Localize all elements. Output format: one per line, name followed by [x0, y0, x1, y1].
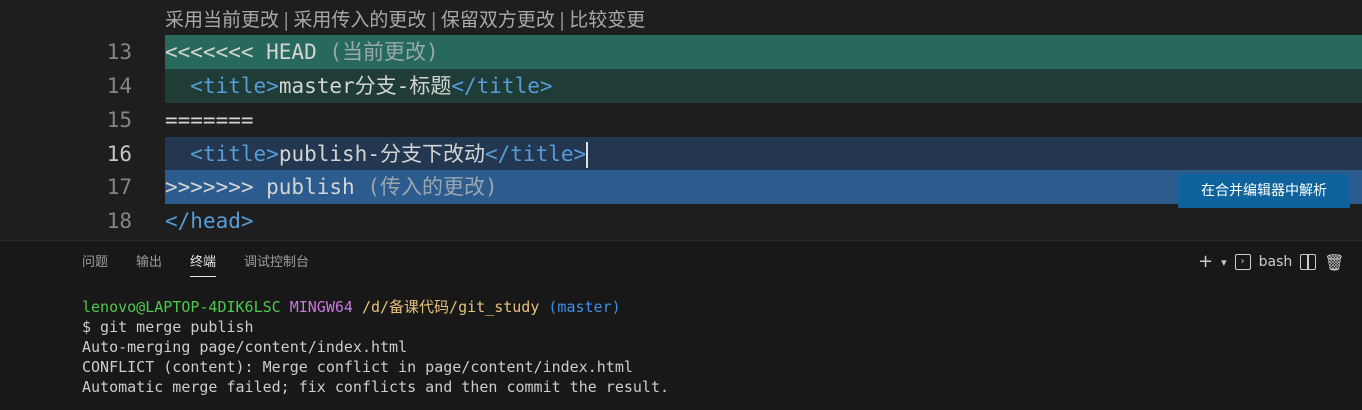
accept-current-link[interactable]: 采用当前更改 [165, 9, 279, 31]
trash-icon[interactable]: 🗑 [1324, 253, 1344, 272]
prompt-path: /d/备课代码/git_study [361, 298, 540, 316]
terminal-icon: › [1234, 254, 1251, 270]
tab-debug-console[interactable]: 调试控制台 [244, 251, 309, 277]
panel-actions: + ▾ › bash 🗑 [1198, 249, 1345, 275]
marker-text: >>>>>>> publish [165, 175, 355, 199]
merge-codelens: 采用当前更改 | 采用传入的更改 | 保留双方更改 | 比较变更 [165, 6, 645, 34]
close-tag: title [476, 74, 540, 98]
code-line[interactable]: 15 ======= [0, 103, 1362, 137]
prompt-branch: (master) [548, 298, 621, 316]
line-number: 16 [106, 142, 132, 166]
incoming-change-content[interactable]: <title>publish-分支下改动</title> [165, 137, 1362, 171]
accept-incoming-link[interactable]: 采用传入的更改 [293, 9, 426, 31]
code-content[interactable]: </head> [165, 204, 1362, 238]
separator: | [283, 9, 290, 31]
terminal-line: Automatic merge failed; fix conflicts an… [82, 378, 669, 396]
tab-output[interactable]: 输出 [136, 251, 162, 277]
text-cursor [586, 142, 589, 168]
panel-tabs: 问题 输出 终端 调试控制台 [82, 251, 309, 277]
terminal-output[interactable]: lenovo@LAPTOP-4DIK6LSC MINGW64 /d/备课代码/g… [82, 297, 669, 397]
title-text: publish-分支下改动 [278, 142, 485, 166]
resolve-in-merge-editor-button[interactable]: 在合并编辑器中解析 [1178, 174, 1350, 208]
conflict-start-marker[interactable]: <<<<<<< HEAD (当前更改) [165, 35, 1362, 69]
separator: | [430, 9, 437, 31]
current-change-content[interactable]: <title>master分支-标题</title> [165, 69, 1362, 103]
open-tag: title [202, 142, 267, 166]
code-line[interactable]: 18 </head> [0, 204, 1362, 238]
line-number: 17 [106, 175, 132, 199]
close-tag: title [510, 142, 574, 166]
line-number: 15 [106, 108, 132, 132]
separator: | [558, 9, 566, 31]
accept-both-link[interactable]: 保留双方更改 [441, 9, 555, 31]
incoming-change-hint: (传入的更改) [367, 175, 498, 199]
tab-problems[interactable]: 问题 [82, 251, 108, 277]
open-tag: title [202, 74, 267, 98]
code-line[interactable]: 14 <title>master分支-标题</title> [0, 69, 1362, 103]
current-change-hint: (当前更改) [329, 40, 439, 64]
code-line[interactable]: 16 <title>publish-分支下改动</title> [0, 137, 1362, 171]
terminal-command: $ git merge publish [82, 318, 254, 336]
close-tag: head [190, 209, 241, 233]
title-text: master分支-标题 [278, 74, 452, 98]
terminal-line: Auto-merging page/content/index.html [82, 338, 408, 356]
terminal-line: CONFLICT (content): Merge conflict in pa… [82, 358, 633, 376]
split-terminal-icon[interactable] [1300, 254, 1317, 270]
code-line[interactable]: 17 >>>>>>> publish (传入的更改) [0, 170, 1362, 204]
compare-changes-link[interactable]: 比较变更 [569, 9, 645, 31]
code-line[interactable]: 13 <<<<<<< HEAD (当前更改) [0, 35, 1362, 69]
line-number: 14 [106, 74, 132, 98]
tab-terminal[interactable]: 终端 [190, 251, 217, 277]
bottom-panel: 问题 输出 终端 调试控制台 + ▾ › bash 🗑 lenovo@LAPTO… [0, 240, 1362, 410]
prompt-shell: MINGW64 [289, 298, 353, 316]
line-number: 13 [106, 40, 132, 64]
prompt-user: lenovo@LAPTOP-4DIK6LSC [82, 298, 281, 316]
shell-selector[interactable]: bash [1259, 254, 1293, 270]
conflict-separator[interactable]: ======= [165, 103, 1362, 137]
line-number: 18 [106, 209, 132, 233]
marker-text: <<<<<<< HEAD [165, 40, 317, 64]
chevron-down-icon[interactable]: ▾ [1221, 256, 1227, 269]
plus-icon[interactable]: + [1198, 249, 1213, 275]
editor[interactable]: 采用当前更改 | 采用传入的更改 | 保留双方更改 | 比较变更 13 <<<<<<< HE… [0, 0, 1362, 240]
